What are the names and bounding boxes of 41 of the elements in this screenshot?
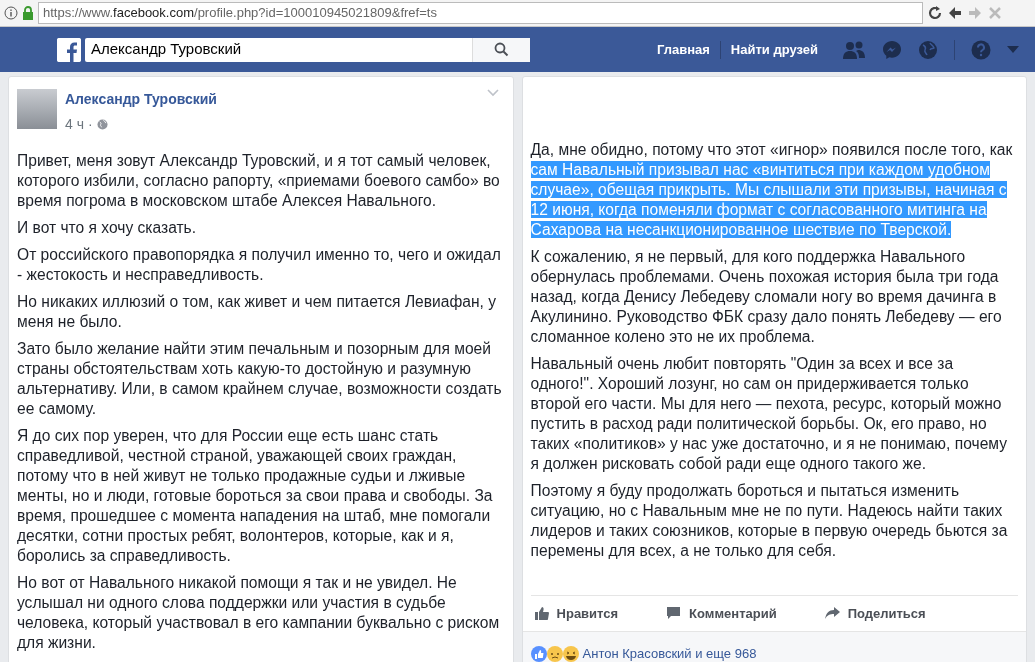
search-field[interactable]: Александр Туровский	[85, 37, 472, 62]
speech-bubble-icon	[666, 606, 682, 621]
back-icon[interactable]	[947, 5, 963, 21]
like-button[interactable]: Нравится	[534, 603, 619, 623]
info-icon	[4, 6, 18, 20]
caret-icon[interactable]	[1007, 45, 1019, 54]
reaction-icons-drawing[interactable]	[530, 645, 579, 662]
timestamp[interactable]: 4 ч	[65, 114, 84, 135]
post-paragraph: Привет, меня зовут Александр Туровский, и я тот самый человек, которого избили, согласно рапорту, «приемами боевого самбо» во время погрома в московском штабе Алексея Навального.	[17, 151, 501, 211]
reload-icon[interactable]	[927, 5, 943, 21]
messenger-icon[interactable]	[882, 39, 902, 60]
nav-link[interactable]: Найти друзей	[730, 39, 818, 60]
post-paragraph: И вот что я хочу сказать.	[17, 218, 198, 238]
address-field[interactable]: https://www.facebook.com/profile.php?id=100010945021809&fref=ts	[38, 2, 923, 24]
globe-icon	[96, 119, 108, 130]
nav-link[interactable]: Главная	[656, 39, 710, 60]
post-paragraph: Зато было желание найти этим печальным и позорным для моей страны обстоятельствам хоть какую-то достойную и разумную альтернативу. Или, в самом крайнем случае, возможности создать ее самому.	[17, 339, 503, 419]
comment-button[interactable]: Комментарий	[666, 603, 777, 623]
logo-icon[interactable]	[57, 37, 81, 62]
search-button[interactable]	[472, 37, 530, 62]
globe-icon[interactable]	[918, 39, 938, 60]
author-name[interactable]: Александр Туровский	[65, 89, 479, 110]
post-paragraph: Поэтому я буду продолжать бороться и пытаться изменить ситуацию, но с Навальным мне не по пути. Надеюсь найти таких лидеров и таких союзников, которые в первую очередь бьются за перемены для всех, а не только для себя.	[530, 481, 1009, 561]
post-paragraph: К сожалению, я не первый, для кого поддержка Навального обернулась проблемами. Очень похожая история была три года назад, когда Денису Лебедеву сломали ногу во время дачинга в Акулинино. Руководство ФБК сразу дало понять Лебедеву — его сломанное колено это не их проблема.	[530, 247, 1003, 347]
post-paragraph: Навальный очень любит повторять "Один за всех и все за одного!". Хороший лозунг, но сам он придерживается только второй его части. Мы для него — пехота, ресурс, который можно пустить в расход ради политической борьбы. Ок, его право, но таких «политиков» у нас уже достаточно, и я не понимаю, почему я должен рисковать собой ради еще одного такого же.	[530, 354, 1008, 474]
close-icon[interactable]	[987, 5, 1003, 21]
post-paragraph: Но никаких иллюзий о том, как живет и чем питается Левиафан, у меня не было.	[17, 292, 498, 332]
friends-icon[interactable]	[842, 39, 866, 60]
lock-icon	[22, 6, 34, 20]
share-button[interactable]: Поделиться	[824, 603, 926, 623]
post-paragraph: От российского правопорядка я получил именно то, чего и ожидал - жестокость и несправедливость.	[17, 245, 502, 285]
share-arrow-icon	[824, 606, 840, 620]
post-paragraph: Да, мне обидно, потому что этот «игнор» появился после того, как сам Навальный призывал нас «винтиться при каждом удобном случае», обещая прикрыть. Мы слышали эти призывы, начиная с 12 июня, когда поменяли формат с согласованного митинга на Сахарова на несанкционированное шествие по Тверской.	[530, 140, 1014, 240]
post-paragraph: Но вот от Навального никакой помощи я так и не увидел. Не услышал ни одного слова поддержки или участия в судьбе человека, который участвовал в его кампании буквально с риском для жизни.	[17, 573, 501, 653]
thumbs-up-icon	[534, 606, 549, 621]
chevron-icon[interactable]	[486, 89, 499, 97]
post-paragraph: Я до сих пор уверен, что для России еще есть шанс стать справедливой, честной страной, уважающей своих граждан, потому что в ней живут не только продажные судьи и лживые менты, но и люди, готовые бороться за свои права и свободы. За время, прошедшее с момента нападения на штаб, мне помогали десятки, сотни простых ребят, волонтеров, которые, как и я, боролись за справедливость.	[17, 426, 494, 566]
search-icon	[494, 42, 509, 57]
profile-photo[interactable]	[17, 89, 57, 129]
separator: ·	[88, 115, 93, 134]
help-icon[interactable]	[971, 39, 991, 60]
